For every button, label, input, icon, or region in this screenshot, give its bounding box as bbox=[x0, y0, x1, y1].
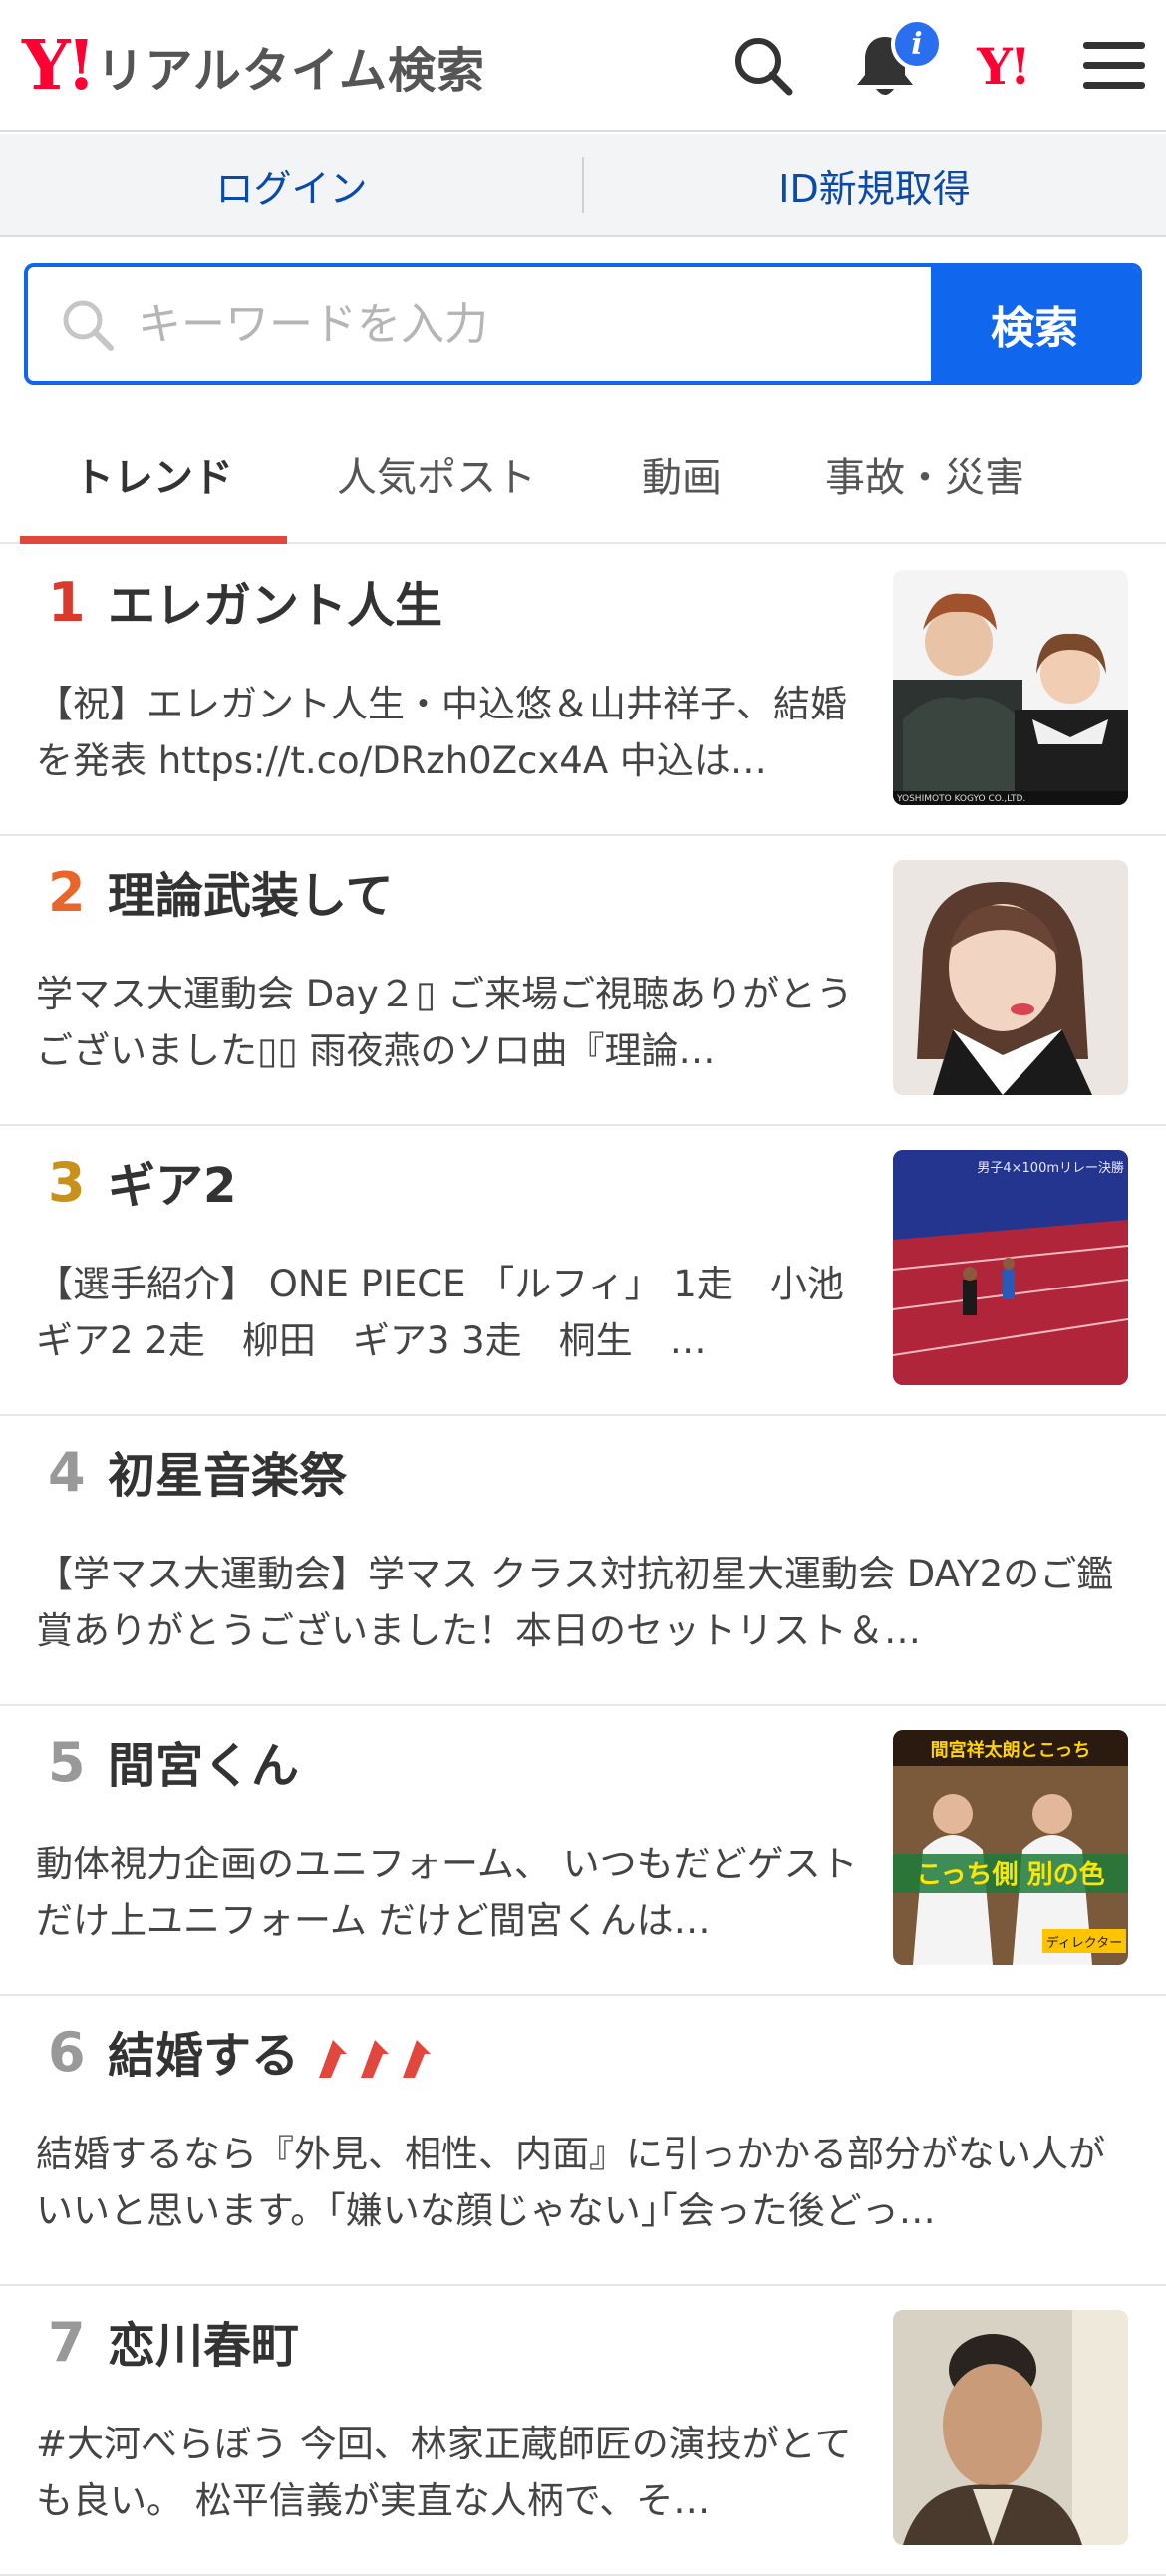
trend-title-text: ギア2 bbox=[108, 1158, 237, 1214]
thumbnail-caption: 男子4×100mリレー決勝 bbox=[977, 1161, 1124, 1176]
account-bar: ログイン ID新規取得 bbox=[0, 134, 1166, 237]
thumbnail-caption-mid: こっち側 別の色 bbox=[916, 1860, 1104, 1890]
trend-title-text: 間宮くん bbox=[108, 1738, 300, 1794]
rank-number: 2 bbox=[48, 861, 86, 924]
rank-number: 1 bbox=[48, 571, 86, 634]
trend-description: 【学マス大運動会】学マス クラス対抗初星大運動会 DAY2のご鑑賞ありがとうござ… bbox=[36, 1553, 1114, 1652]
notification-bell-icon[interactable]: i bbox=[843, 18, 943, 108]
yahoo-realtime-logo[interactable]: Y! リアルタイム検索 bbox=[22, 28, 485, 104]
thumbnail-credit: YOSHIMOTO KOGYO CO.,LTD. bbox=[896, 794, 1025, 804]
tab-trend[interactable]: トレンド bbox=[20, 407, 287, 544]
rank-number: 6 bbox=[48, 2021, 86, 2084]
yahoo-japan-icon[interactable]: Y! bbox=[961, 24, 1044, 108]
trend-item-7[interactable]: 7 恋川春町 #大河べらぼう 今回、林家正蔵師匠の演技がとても良い。 松平信義が… bbox=[0, 2286, 1166, 2576]
trend-item-3[interactable]: 3 ギア2 【選手紹介】 ONE PIECE 「ルフィ」 1走 小池 ギア2 2… bbox=[0, 1126, 1166, 1416]
trend-item-6[interactable]: 6 結婚する 結婚するなら『外見、相性、内面』に引っかかる部分がない人がいいと思… bbox=[0, 1996, 1166, 2286]
trend-thumbnail: YOSHIMOTO KOGYO CO.,LTD. bbox=[893, 570, 1128, 805]
trend-title: 間宮くん bbox=[108, 1740, 299, 1793]
trend-title-text: 理論武装して bbox=[108, 868, 394, 924]
trend-description: 【選手紹介】 ONE PIECE 「ルフィ」 1走 小池 ギア2 2走 柳田 ギ… bbox=[36, 1263, 863, 1362]
search-icon[interactable] bbox=[722, 24, 805, 108]
menu-icon[interactable] bbox=[1072, 24, 1156, 108]
signup-link[interactable]: ID新規取得 bbox=[583, 134, 1166, 237]
trend-description: #大河べらぼう 今回、林家正蔵師匠の演技がとても良い。 松平信義が実直な人柄で、… bbox=[36, 2423, 852, 2522]
trend-item-1[interactable]: 1 エレガント人生 【祝】エレガント人生・中込悠＆山井祥子、結婚を発表 http… bbox=[0, 546, 1166, 836]
rank-number: 5 bbox=[48, 1731, 86, 1794]
yahoo-mark: Y! bbox=[977, 36, 1031, 96]
rank-number: 4 bbox=[48, 1441, 86, 1504]
thumbnail-caption-bottom: ディレクター bbox=[1046, 1935, 1123, 1951]
thumbnail-caption-top: 間宮祥太朗とこっち bbox=[931, 1739, 1091, 1761]
trend-title-text: エレガント人生 bbox=[108, 578, 443, 634]
category-tabs: トレンド 人気ポスト 動画 事故・災害 bbox=[0, 407, 1166, 544]
trend-description: 動体視力企画のユニフォーム、 いつもだどゲストだけ上ユニフォーム だけど間宮くん… bbox=[36, 1843, 858, 1942]
trend-description: 結婚するなら『外見、相性、内面』に引っかかる部分がない人がいいと思います。｢嫌い… bbox=[36, 2133, 1105, 2232]
search-box: 検索 bbox=[24, 263, 1142, 385]
trend-item-2[interactable]: 2 理論武装して 学マス大運動会 Day２▯ ご来場ご視聴ありがとうございました… bbox=[0, 836, 1166, 1126]
trend-item-5[interactable]: 5 間宮くん 動体視力企画のユニフォーム、 いつもだどゲストだけ上ユニフォーム … bbox=[0, 1706, 1166, 1996]
trend-thumbnail: 間宮祥太朗とこっち こっち側 別の色 ディレクター bbox=[893, 1730, 1128, 1965]
trend-title-text: 恋川春町 bbox=[108, 2318, 300, 2374]
trend-title: 結婚する bbox=[108, 2030, 444, 2083]
trend-thumbnail: 男子4×100mリレー決勝 bbox=[893, 1150, 1128, 1385]
logo-text: リアルタイム検索 bbox=[96, 43, 485, 99]
search-button[interactable]: 検索 bbox=[931, 267, 1138, 381]
trend-item-4[interactable]: 4 初星音楽祭 【学マス大運動会】学マス クラス対抗初星大運動会 DAY2のご鑑… bbox=[0, 1416, 1166, 1706]
trend-thumbnail bbox=[893, 2310, 1128, 2545]
trending-up-arrows-icon bbox=[315, 2032, 444, 2080]
trend-description: 【祝】エレガント人生・中込悠＆山井祥子、結婚を発表 https://t.co/D… bbox=[36, 683, 847, 782]
trend-title-text: 初星音楽祭 bbox=[108, 1448, 348, 1504]
tab-accidents-disasters[interactable]: 事故・災害 bbox=[795, 407, 1054, 542]
tab-videos[interactable]: 動画 bbox=[594, 407, 769, 542]
trend-title: 初星音楽祭 bbox=[108, 1450, 347, 1503]
trend-title: ギア2 bbox=[108, 1160, 236, 1213]
app-header: Y! リアルタイム検索 i Y! bbox=[0, 0, 1166, 132]
trend-title: 理論武装して bbox=[108, 870, 394, 923]
rank-number: 3 bbox=[48, 1151, 86, 1214]
search-field-icon bbox=[58, 295, 118, 359]
login-link[interactable]: ログイン bbox=[0, 134, 583, 237]
notification-badge: i bbox=[891, 18, 943, 70]
yahoo-logo-mark: Y! bbox=[22, 26, 96, 106]
trend-list: 1 エレガント人生 【祝】エレガント人生・中込悠＆山井祥子、結婚を発表 http… bbox=[0, 546, 1166, 2576]
trend-title-text: 結婚する bbox=[108, 2028, 300, 2084]
trend-title: 恋川春町 bbox=[108, 2320, 299, 2373]
trend-description: 学マス大運動会 Day２▯ ご来場ご視聴ありがとうございました▯▯ 雨夜燕のソロ… bbox=[36, 973, 853, 1072]
rank-number: 7 bbox=[48, 2311, 86, 2374]
tab-popular-posts[interactable]: 人気ポスト bbox=[307, 407, 566, 542]
search-input[interactable] bbox=[138, 267, 935, 381]
trend-title: エレガント人生 bbox=[108, 580, 442, 633]
trend-thumbnail bbox=[893, 860, 1128, 1095]
